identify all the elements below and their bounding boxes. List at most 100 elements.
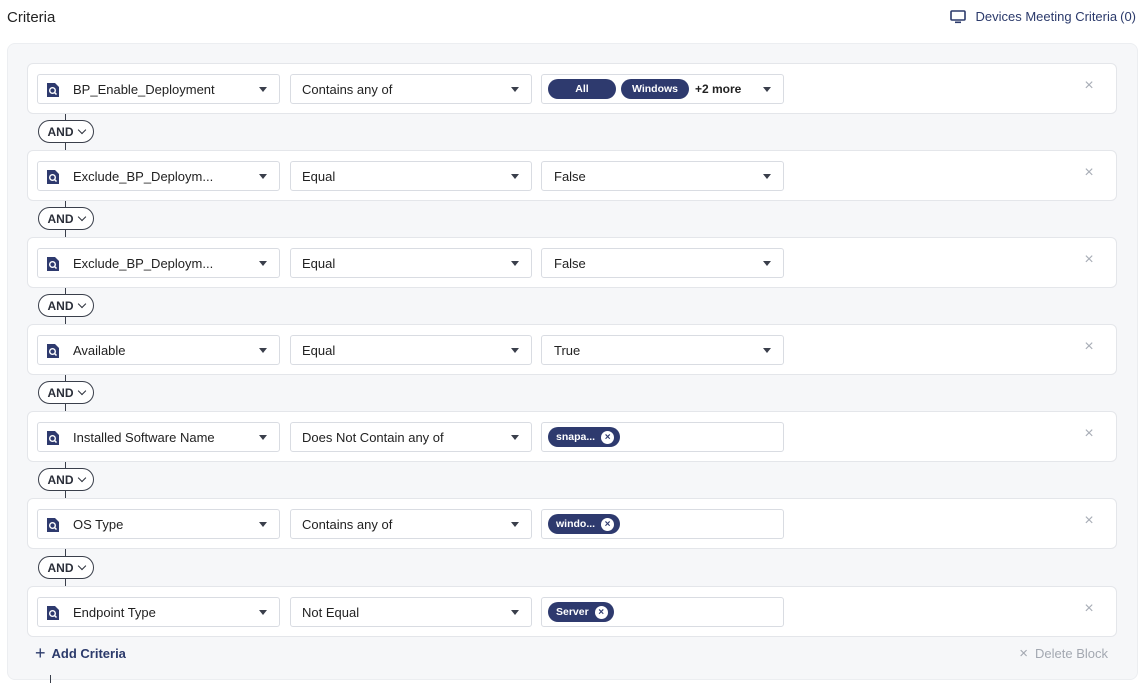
- close-icon: ×: [1019, 645, 1029, 662]
- operator-dropdown[interactable]: Does Not Contain any of: [290, 422, 532, 452]
- value-chip[interactable]: Windows: [621, 79, 689, 99]
- chevron-down-icon: [763, 174, 771, 179]
- close-icon[interactable]: ×: [1082, 252, 1096, 268]
- value-tag-input[interactable]: Server ×: [541, 597, 784, 627]
- add-criteria-label: Add Criteria: [51, 645, 126, 661]
- value-tag-input[interactable]: windo... ×: [541, 509, 784, 539]
- criteria-row: Exclude_BP_Deploym... Equal False ×: [27, 150, 1117, 201]
- close-icon[interactable]: ×: [1082, 513, 1096, 529]
- close-icon[interactable]: ×: [1082, 78, 1096, 94]
- chevron-down-icon: [259, 87, 267, 92]
- chevron-down-icon: [77, 125, 86, 135]
- value-multiselect[interactable]: All Windows +2 more: [541, 74, 784, 104]
- field-value: BP_Enable_Deployment: [73, 81, 215, 97]
- field-dropdown[interactable]: Installed Software Name: [37, 422, 280, 452]
- close-icon[interactable]: ×: [1082, 165, 1096, 181]
- operator-dropdown[interactable]: Contains any of: [290, 74, 532, 104]
- remove-chip-icon[interactable]: ×: [601, 430, 615, 444]
- close-icon[interactable]: ×: [1082, 339, 1096, 355]
- value-dropdown[interactable]: False: [541, 248, 784, 278]
- chevron-down-icon: [259, 174, 267, 179]
- criteria-row: Available Equal True ×: [27, 324, 1117, 375]
- chevron-down-icon: [77, 386, 86, 396]
- operator-dropdown[interactable]: Not Equal: [290, 597, 532, 627]
- and-label: AND: [47, 211, 74, 226]
- and-label: AND: [47, 124, 74, 139]
- operator-value: Equal: [302, 168, 336, 184]
- criteria-row: Endpoint Type Not Equal Server × ×: [27, 586, 1117, 637]
- value-dropdown[interactable]: False: [541, 161, 784, 191]
- value-tag-input[interactable]: snapa... ×: [541, 422, 784, 452]
- value-text: False: [554, 255, 586, 271]
- monitor-icon: [949, 9, 966, 24]
- value-chip[interactable]: windo... ×: [548, 514, 621, 534]
- remove-chip-icon[interactable]: ×: [601, 517, 615, 531]
- and-label: AND: [47, 560, 74, 575]
- devices-count: (0): [1120, 9, 1136, 24]
- add-criteria-button[interactable]: + Add Criteria: [35, 643, 126, 663]
- and-label: AND: [47, 472, 74, 487]
- field-dropdown[interactable]: Endpoint Type: [37, 597, 280, 627]
- more-values-count[interactable]: +2 more: [695, 82, 741, 96]
- field-dropdown[interactable]: OS Type: [37, 509, 280, 539]
- delete-block-button[interactable]: × Delete Block: [1019, 646, 1108, 661]
- plus-icon: +: [35, 643, 46, 663]
- chevron-down-icon: [511, 348, 519, 353]
- chevron-down-icon: [511, 174, 519, 179]
- chevron-down-icon: [511, 87, 519, 92]
- chevron-down-icon: [511, 435, 519, 440]
- chip-label: snapa...: [556, 431, 596, 443]
- and-label: AND: [47, 385, 74, 400]
- field-value: Installed Software Name: [73, 429, 215, 445]
- and-connector[interactable]: AND: [38, 468, 94, 491]
- field-value: Endpoint Type: [73, 604, 156, 620]
- chevron-down-icon: [763, 87, 771, 92]
- criteria-header: Criteria Devices Meeting Criteria (0): [0, 0, 1143, 36]
- chevron-down-icon: [511, 610, 519, 615]
- chevron-down-icon: [77, 212, 86, 222]
- field-value: Exclude_BP_Deploym...: [73, 168, 214, 184]
- field-dropdown[interactable]: Available: [37, 335, 280, 365]
- chevron-down-icon: [259, 522, 267, 527]
- field-search-icon: [46, 430, 60, 449]
- operator-value: Contains any of: [302, 516, 393, 532]
- operator-dropdown[interactable]: Equal: [290, 248, 532, 278]
- remove-chip-icon[interactable]: ×: [594, 605, 608, 619]
- and-connector[interactable]: AND: [38, 120, 94, 143]
- operator-dropdown[interactable]: Contains any of: [290, 509, 532, 539]
- chevron-down-icon: [77, 473, 86, 483]
- field-dropdown[interactable]: BP_Enable_Deployment: [37, 74, 280, 104]
- operator-dropdown[interactable]: Equal: [290, 335, 532, 365]
- operator-dropdown[interactable]: Equal: [290, 161, 532, 191]
- field-search-icon: [46, 82, 60, 101]
- field-dropdown[interactable]: Exclude_BP_Deploym...: [37, 161, 280, 191]
- field-value: Exclude_BP_Deploym...: [73, 255, 214, 271]
- value-dropdown[interactable]: True: [541, 335, 784, 365]
- and-connector[interactable]: AND: [38, 207, 94, 230]
- chevron-down-icon: [77, 561, 86, 571]
- chevron-down-icon: [511, 261, 519, 266]
- criteria-row: BP_Enable_Deployment Contains any of All…: [27, 63, 1117, 114]
- operator-value: Equal: [302, 255, 336, 271]
- and-connector[interactable]: AND: [38, 556, 94, 579]
- chevron-down-icon: [511, 522, 519, 527]
- and-connector[interactable]: AND: [38, 381, 94, 404]
- value-chip[interactable]: Server ×: [548, 602, 614, 622]
- devices-meeting-criteria-link[interactable]: Devices Meeting Criteria (0): [949, 9, 1136, 24]
- close-icon[interactable]: ×: [1082, 601, 1096, 617]
- field-search-icon: [46, 343, 60, 362]
- value-chip[interactable]: All: [548, 79, 616, 99]
- value-chip[interactable]: snapa... ×: [548, 427, 621, 447]
- block-connector-line: [50, 675, 51, 683]
- operator-value: Not Equal: [302, 604, 360, 620]
- field-search-icon: [46, 256, 60, 275]
- criteria-row: Exclude_BP_Deploym... Equal False ×: [27, 237, 1117, 288]
- criteria-row: OS Type Contains any of windo... × ×: [27, 498, 1117, 549]
- field-dropdown[interactable]: Exclude_BP_Deploym...: [37, 248, 280, 278]
- close-icon[interactable]: ×: [1082, 426, 1096, 442]
- field-search-icon: [46, 605, 60, 624]
- criteria-row: Installed Software Name Does Not Contain…: [27, 411, 1117, 462]
- field-search-icon: [46, 169, 60, 188]
- field-value: Available: [73, 342, 126, 358]
- and-connector[interactable]: AND: [38, 294, 94, 317]
